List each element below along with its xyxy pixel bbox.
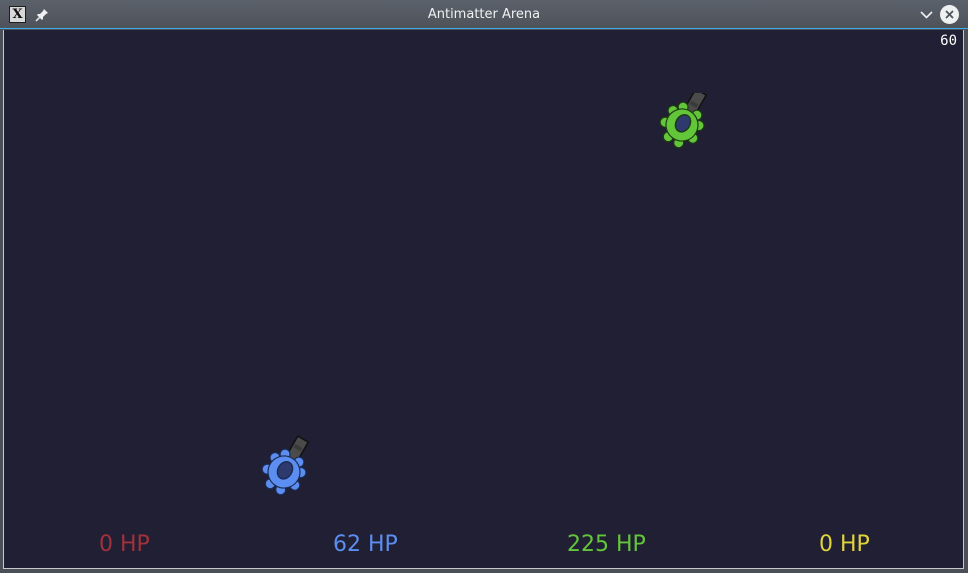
player-3-hp: 225 HP [567,532,646,557]
fps-counter: 60 [940,33,957,49]
title-bar[interactable]: X Antimatter Arena [0,0,968,29]
app-icon[interactable]: X [9,6,26,23]
close-icon [945,10,954,19]
close-button[interactable] [940,5,959,24]
player-2-hp: 62 HP [333,532,398,557]
minimize-button[interactable] [918,6,935,23]
game-window: X Antimatter Arena 60 0 HP 62 HP 225 HP … [0,0,968,573]
window-title: Antimatter Arena [427,7,541,22]
game-arena[interactable]: 60 0 HP 62 HP 225 HP 0 HP [3,30,964,569]
pin-icon[interactable] [35,7,49,22]
chevron-down-icon [920,11,933,19]
player-4-hp: 0 HP [819,532,870,557]
green-tank [659,93,708,149]
player-1-hp: 0 HP [99,532,150,557]
blue-tank [261,435,310,496]
